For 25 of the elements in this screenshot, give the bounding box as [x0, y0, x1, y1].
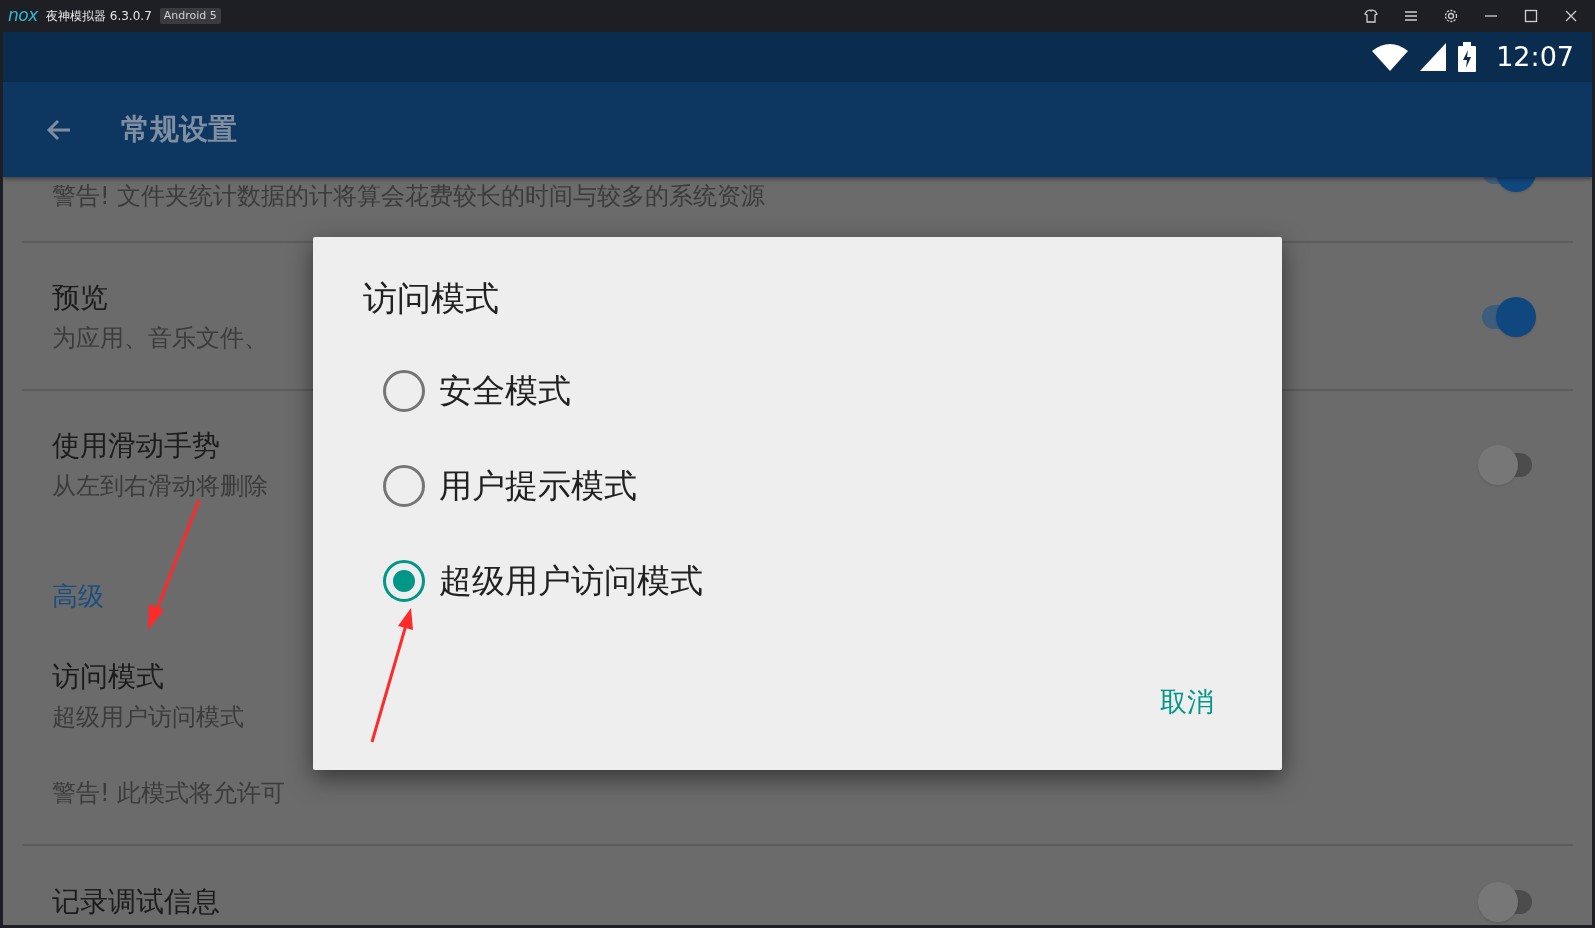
radio-button[interactable]	[383, 559, 425, 602]
setting-title: 使用滑动手势	[52, 428, 220, 464]
radio-option-label[interactable]: 超级用户访问模式	[439, 555, 703, 606]
radio-button[interactable]	[383, 369, 425, 412]
setting-title: 访问模式	[52, 659, 164, 695]
setting-title: 记录调试信息	[52, 884, 220, 920]
maximize-icon[interactable]	[1523, 8, 1539, 24]
app-logo: nox	[8, 4, 38, 28]
wifi-icon	[1372, 43, 1409, 71]
signal-icon	[1420, 43, 1447, 71]
clock-time: 12:07	[1496, 39, 1574, 74]
setting-title: 预览	[52, 280, 108, 316]
battery-charging-icon	[1458, 42, 1477, 72]
dialog-title: 访问模式	[363, 277, 500, 320]
radio-button[interactable]	[383, 464, 425, 507]
app-title: 夜神模拟器 6.3.0.7	[45, 8, 152, 25]
radio-option-label[interactable]: 安全模式	[439, 365, 571, 416]
menu-icon[interactable]	[1403, 8, 1419, 24]
close-icon[interactable]	[1563, 8, 1579, 24]
radio-option-label[interactable]: 用户提示模式	[439, 460, 637, 511]
settings-icon[interactable]	[1443, 8, 1459, 24]
screen-title: 常规设置	[121, 110, 237, 148]
shirt-icon[interactable]	[1363, 8, 1379, 24]
section-header: 高级	[52, 581, 104, 611]
version-badge: Android 5	[159, 7, 221, 25]
